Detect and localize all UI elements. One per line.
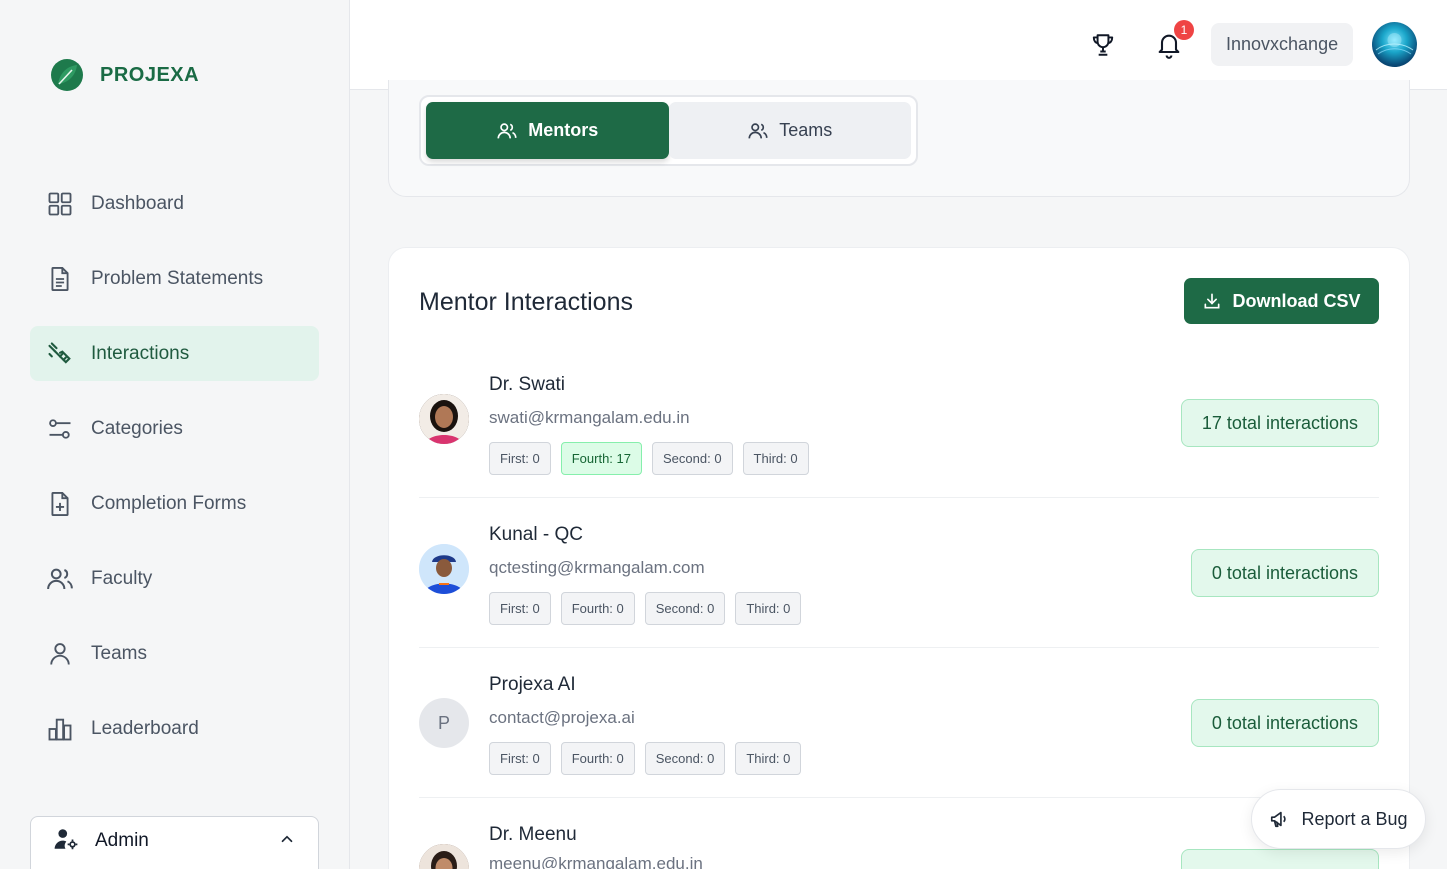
- admin-menu[interactable]: Admin: [30, 816, 319, 869]
- users-icon: [497, 122, 517, 138]
- sidebar-item-label: Teams: [91, 642, 147, 664]
- total-interactions-badge: 0 total interactions: [1190, 549, 1379, 597]
- megaphone-icon: [1271, 811, 1287, 828]
- stage-chip: First: 0: [489, 742, 551, 775]
- user-settings-icon: [53, 826, 79, 857]
- mentor-name: Dr. Meenu: [489, 824, 577, 845]
- sidebar-item-label: Problem Statements: [91, 267, 264, 289]
- sidebar-item-label: Interactions: [91, 342, 190, 364]
- mentor-email: qctesting@krmangalam.com: [489, 558, 705, 577]
- sidebar-nav: Dashboard Problem Statements Interaction…: [30, 176, 319, 776]
- handshake-icon: [45, 339, 75, 369]
- mentor-avatar-initial: P: [419, 698, 469, 748]
- organization-chip[interactable]: Innovxchange: [1211, 23, 1354, 66]
- interaction-stage-chips: First: 0 Fourth: 0 Second: 0 Third: 0: [489, 592, 802, 625]
- stage-chip: Second: 0: [652, 442, 733, 475]
- tab-mentors[interactable]: Mentors: [426, 102, 669, 159]
- sidebar-item-label: Categories: [91, 417, 183, 439]
- bar-chart-icon: [45, 714, 75, 744]
- sidebar-item-label: Completion Forms: [91, 492, 247, 514]
- mentor-name: Projexa AI: [489, 674, 576, 695]
- download-csv-button[interactable]: Download CSV: [1184, 278, 1379, 324]
- sidebar-item-categories[interactable]: Categories: [30, 401, 319, 456]
- sliders-icon: [45, 414, 75, 444]
- avatar-graphic: [1375, 33, 1414, 55]
- notification-badge: 1: [1174, 20, 1194, 40]
- mentor-email: meenu@krmangalam.edu.in: [489, 854, 703, 869]
- interaction-stage-chips: First: 0 Fourth: 0 Second: 0 Third: 0: [489, 742, 802, 775]
- admin-label: Admin: [95, 830, 149, 851]
- download-csv-label: Download CSV: [1232, 290, 1361, 311]
- total-interactions-badge: 0 total interactions: [1190, 699, 1379, 747]
- mentor-photo: [419, 844, 469, 869]
- trophy-icon[interactable]: [1090, 31, 1116, 59]
- sidebar-item-faculty[interactable]: Faculty: [30, 551, 319, 606]
- interaction-stage-chips: First: 0 Fourth: 17 Second: 0 Third: 0: [489, 442, 809, 475]
- download-icon: [1204, 293, 1220, 309]
- leaf-icon: [51, 59, 83, 91]
- mentor-row[interactable]: Dr. Meenu meenu@krmangalam.edu.in: [419, 798, 1379, 869]
- mentor-row[interactable]: Kunal - QC qctesting@krmangalam.com Firs…: [419, 498, 1379, 648]
- mentor-avatar: [419, 394, 469, 444]
- sidebar-item-label: Dashboard: [91, 192, 184, 214]
- report-bug-button[interactable]: Report a Bug: [1251, 789, 1426, 849]
- sidebar: PROJEXA Dashboard Problem Statements Int…: [0, 0, 350, 869]
- mentor-photo: [419, 394, 469, 444]
- total-interactions-badge: 17 total interactions: [1180, 399, 1379, 447]
- stage-chip: Fourth: 0: [560, 742, 635, 775]
- report-bug-label: Report a Bug: [1301, 808, 1408, 829]
- stage-chip: First: 0: [489, 592, 551, 625]
- stage-chip: Fourth: 0: [560, 592, 635, 625]
- sidebar-item-teams[interactable]: Teams: [30, 626, 319, 681]
- sidebar-item-dashboard[interactable]: Dashboard: [30, 176, 319, 231]
- mentor-photo: [419, 544, 469, 594]
- tab-label: Teams: [779, 120, 833, 140]
- mentor-email: swati@krmangalam.edu.in: [489, 408, 690, 427]
- stage-chip: Third: 0: [735, 742, 802, 775]
- sidebar-item-completion-forms[interactable]: Completion Forms: [30, 476, 319, 531]
- brand-name: PROJEXA: [100, 63, 200, 86]
- top-header: 1 Innovxchange: [350, 0, 1447, 90]
- mentor-email: contact@projexa.ai: [489, 708, 635, 727]
- sidebar-item-interactions[interactable]: Interactions: [30, 326, 319, 381]
- sidebar-item-label: Leaderboard: [91, 717, 199, 739]
- grid-icon: [45, 189, 75, 219]
- users-icon: [45, 564, 75, 594]
- tab-teams[interactable]: Teams: [668, 102, 911, 159]
- sidebar-item-leaderboard[interactable]: Leaderboard: [30, 701, 319, 756]
- total-interactions-badge: [1181, 849, 1379, 869]
- user-avatar[interactable]: [1372, 22, 1417, 67]
- document-icon: [45, 264, 75, 294]
- file-plus-icon: [45, 489, 75, 519]
- stage-chip: First: 0: [489, 442, 551, 475]
- view-tabs: Mentors Teams: [419, 95, 918, 166]
- stage-chip: Third: 0: [742, 442, 809, 475]
- mentor-name: Kunal - QC: [489, 524, 583, 545]
- stage-chip: Second: 0: [644, 742, 726, 775]
- mentor-row[interactable]: Dr. Swati swati@krmangalam.edu.in First:…: [419, 348, 1379, 498]
- stage-chip: Fourth: 17: [560, 442, 642, 475]
- stage-chip: Second: 0: [644, 592, 726, 625]
- stage-chip: Third: 0: [735, 592, 802, 625]
- mentor-avatar: [419, 844, 469, 869]
- chevron-up-icon: [278, 830, 296, 853]
- page-title: Mentor Interactions: [419, 288, 633, 316]
- brand-logo[interactable]: PROJEXA: [50, 58, 199, 92]
- sidebar-item-problem-statements[interactable]: Problem Statements: [30, 251, 319, 306]
- mentor-name: Dr. Swati: [489, 374, 566, 395]
- sidebar-item-label: Faculty: [91, 567, 153, 589]
- user-icon: [45, 639, 75, 669]
- mentor-row[interactable]: P Projexa AI contact@projexa.ai First: 0…: [419, 648, 1379, 798]
- tab-label: Mentors: [528, 120, 599, 140]
- mentor-avatar: [419, 544, 469, 594]
- users-icon: [748, 122, 768, 138]
